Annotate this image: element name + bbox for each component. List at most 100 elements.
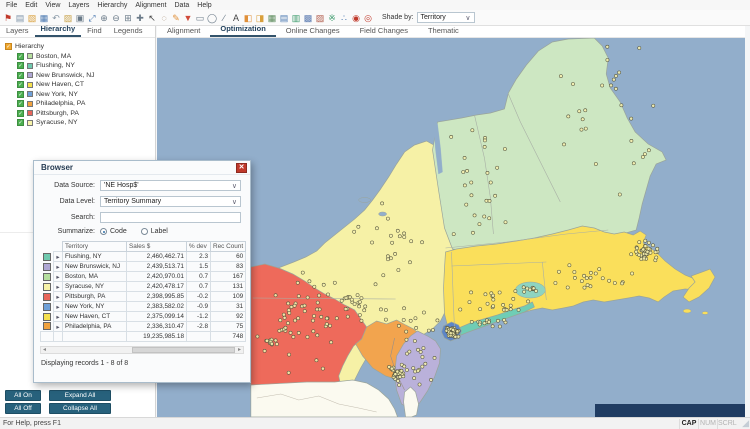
account-dot[interactable] — [512, 297, 515, 300]
account-dot[interactable] — [381, 202, 384, 205]
account-dot[interactable] — [450, 135, 453, 138]
tree-item-pittsburgh-pa[interactable]: ✓Pittsburgh, PA — [17, 109, 155, 119]
account-dot[interactable] — [532, 287, 535, 290]
account-dot[interactable] — [382, 274, 385, 277]
account-dot[interactable] — [503, 318, 506, 321]
account-dot[interactable] — [284, 326, 287, 329]
map-tab-thematic[interactable]: Thematic — [418, 26, 469, 37]
account-dot[interactable] — [353, 302, 356, 305]
map-tab-online-changes[interactable]: Online Changes — [276, 26, 350, 37]
radio-button-icon[interactable] — [100, 228, 107, 235]
row-expand-icon[interactable]: ▸ — [54, 292, 63, 302]
account-dot[interactable] — [287, 371, 290, 374]
account-dot[interactable] — [313, 285, 316, 288]
fill-color-icon[interactable]: ◧ — [242, 11, 254, 25]
account-dot[interactable] — [566, 286, 569, 289]
account-dot[interactable] — [526, 287, 529, 290]
account-dot[interactable] — [312, 330, 315, 333]
account-dot[interactable] — [427, 329, 430, 332]
account-dot[interactable] — [293, 319, 296, 322]
shade-by-dropdown[interactable]: Territory ∨ — [417, 12, 475, 23]
account-dot[interactable] — [297, 317, 300, 320]
account-dot[interactable] — [630, 139, 633, 142]
account-dot[interactable] — [630, 253, 633, 256]
account-dot[interactable] — [492, 298, 495, 301]
tree-item-new-york-ny[interactable]: ✓New York, NY — [17, 90, 155, 100]
map-layers-icon[interactable]: ▩ — [302, 11, 314, 25]
account-dot[interactable] — [328, 324, 331, 327]
account-dot[interactable] — [421, 365, 424, 368]
account-dot[interactable] — [584, 109, 587, 112]
account-dot[interactable] — [287, 353, 290, 356]
account-dot[interactable] — [315, 359, 318, 362]
account-dot[interactable] — [582, 274, 585, 277]
account-dot[interactable] — [415, 326, 418, 329]
account-dot[interactable] — [433, 356, 436, 359]
account-dot[interactable] — [498, 291, 501, 294]
scroll-left-icon[interactable]: ◂ — [41, 347, 48, 353]
account-dot[interactable] — [567, 115, 570, 118]
account-dot[interactable] — [465, 169, 468, 172]
checked-checkbox-icon[interactable]: ✓ — [17, 91, 24, 98]
menu-edit[interactable]: Edit — [21, 2, 41, 9]
account-dot[interactable] — [279, 319, 282, 322]
account-dot[interactable] — [297, 331, 300, 334]
account-dot[interactable] — [621, 282, 624, 285]
checked-checkbox-icon[interactable]: ✓ — [17, 100, 24, 107]
tree-item-new-haven-ct[interactable]: ✓New Haven, CT — [17, 80, 155, 90]
row-expand-icon[interactable]: ▸ — [54, 302, 63, 312]
account-dot[interactable] — [489, 181, 492, 184]
account-dot[interactable] — [465, 203, 468, 206]
account-dot[interactable] — [654, 251, 657, 254]
tab-legends[interactable]: Legends — [108, 26, 149, 37]
zoom-out-icon[interactable]: ⊖ — [110, 11, 122, 25]
account-dot[interactable] — [436, 319, 439, 322]
account-dot[interactable] — [321, 367, 324, 370]
account-dot[interactable] — [287, 302, 290, 305]
account-dot[interactable] — [320, 315, 323, 318]
account-dot[interactable] — [424, 362, 427, 365]
account-dot[interactable] — [642, 248, 645, 251]
pan-icon[interactable]: ✚ — [134, 11, 146, 25]
account-dot[interactable] — [573, 276, 576, 279]
save-icon[interactable]: ▦ — [38, 11, 50, 25]
account-dot[interactable] — [409, 319, 412, 322]
account-dot[interactable] — [470, 181, 473, 184]
row-expand-icon[interactable]: ▸ — [54, 252, 63, 262]
data-source-dropdown[interactable]: 'NE Hosp$' ∨ — [100, 180, 241, 191]
account-dot[interactable] — [471, 231, 474, 234]
column-header-territory[interactable]: Territory — [63, 242, 127, 252]
rectangle-tool-icon[interactable]: ▭ — [194, 11, 206, 25]
tree-item-new-brunswick-nj[interactable]: ✓New Brunswick, NJ — [17, 71, 155, 81]
map-tab-alignment[interactable]: Alignment — [157, 26, 210, 37]
account-dot[interactable] — [478, 223, 481, 226]
account-dot[interactable] — [370, 241, 373, 244]
chart-icon[interactable]: ▥ — [290, 11, 302, 25]
account-dot[interactable] — [647, 247, 650, 250]
account-dot[interactable] — [483, 322, 486, 325]
account-dot[interactable] — [397, 324, 400, 327]
menu-help[interactable]: Help — [193, 2, 215, 9]
checked-checkbox-icon[interactable]: ✓ — [17, 72, 24, 79]
account-dot[interactable] — [317, 294, 320, 297]
table-row[interactable]: ▸New Brunswick, NJ2,439,513.711.583 — [41, 262, 246, 272]
account-dot[interactable] — [613, 281, 616, 284]
account-dot[interactable] — [403, 365, 406, 368]
checked-checkbox-icon[interactable]: ✓ — [17, 110, 24, 117]
account-dot[interactable] — [473, 214, 476, 217]
account-dot[interactable] — [647, 241, 650, 244]
table-row[interactable]: ▸New Haven, CT2,375,099.14-1.292 — [41, 312, 246, 322]
account-dot[interactable] — [266, 339, 269, 342]
account-dot[interactable] — [398, 235, 401, 238]
lasso-icon[interactable]: ◌ — [158, 11, 170, 25]
account-dot[interactable] — [360, 319, 363, 322]
account-dot[interactable] — [394, 373, 397, 376]
account-dot[interactable] — [606, 45, 609, 48]
text-tool-icon[interactable]: A — [230, 11, 242, 25]
account-dot[interactable] — [312, 314, 315, 317]
split-territory-icon[interactable]: ※ — [326, 11, 338, 25]
summarize-option-code[interactable]: Code — [100, 228, 127, 235]
account-dot[interactable] — [358, 313, 361, 316]
account-dot[interactable] — [386, 258, 389, 261]
print-icon[interactable]: ▣ — [74, 11, 86, 25]
